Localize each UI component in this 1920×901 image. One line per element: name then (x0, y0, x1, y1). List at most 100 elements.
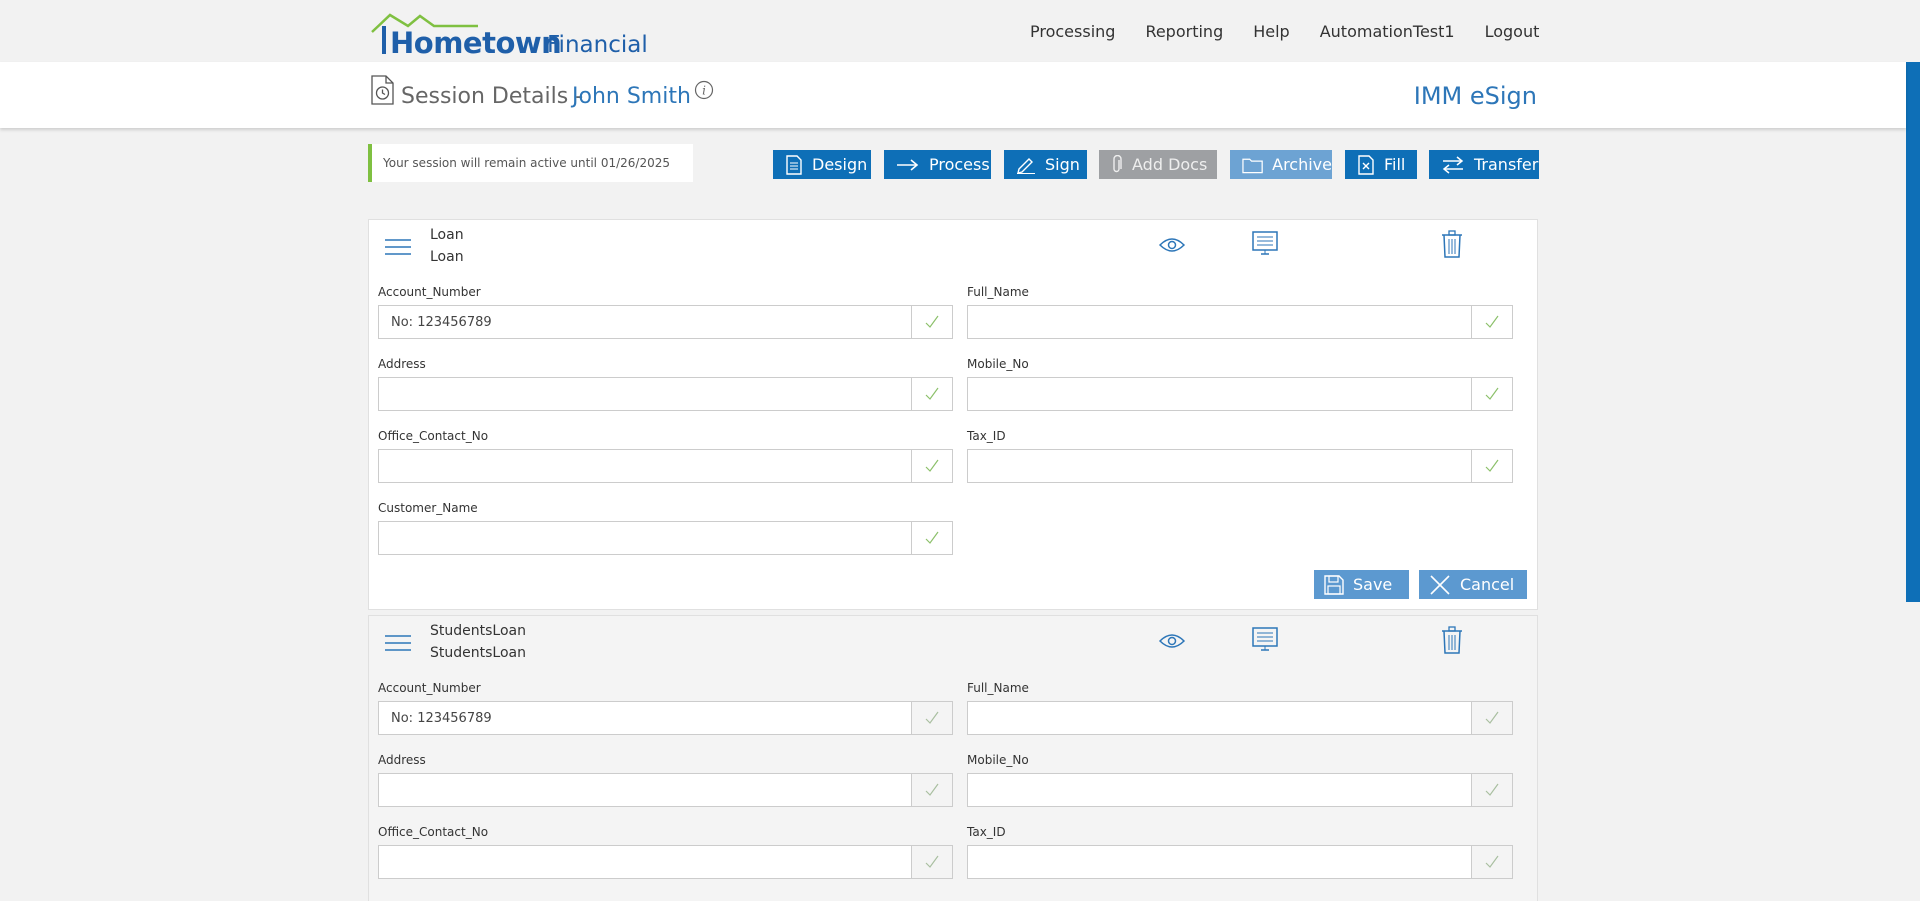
pen-icon (1017, 157, 1035, 174)
nav-processing[interactable]: Processing (1030, 22, 1115, 41)
field-label: Customer_Name (378, 501, 478, 515)
page-title: Session Details - (401, 84, 584, 109)
design-list-icon (786, 154, 802, 175)
check-icon[interactable] (1471, 774, 1512, 806)
fill-label: Fill (1384, 155, 1406, 174)
check-icon[interactable] (911, 306, 952, 338)
scrollbar-thumb[interactable] (1906, 0, 1920, 602)
close-x-icon (1430, 574, 1450, 595)
check-icon[interactable] (911, 846, 952, 878)
eye-icon[interactable] (1158, 236, 1186, 254)
check-icon[interactable] (911, 522, 952, 554)
field-label: Full_Name (967, 681, 1029, 695)
session-expiry-note: Your session will remain active until 01… (368, 144, 693, 182)
nav-logout[interactable]: Logout (1485, 22, 1540, 41)
full-name-field[interactable] (967, 305, 1513, 339)
office-contact-input[interactable] (379, 846, 910, 878)
account-number-input[interactable] (379, 702, 910, 734)
hamburger-icon[interactable] (385, 634, 411, 652)
address-field[interactable] (378, 773, 953, 807)
tax-id-field[interactable] (967, 845, 1513, 879)
monitor-icon[interactable] (1251, 230, 1279, 258)
mobile-no-field[interactable] (967, 377, 1513, 411)
full-name-field[interactable] (967, 701, 1513, 735)
office-contact-field[interactable] (378, 845, 953, 879)
info-icon[interactable]: i (694, 80, 714, 100)
logo[interactable]: Hometown Financial (370, 12, 648, 60)
form-panel-loan: Loan Loan Account_Number Full_Name Addre… (368, 219, 1538, 610)
check-icon[interactable] (911, 702, 952, 734)
customer-name-input[interactable] (379, 522, 910, 554)
add-docs-button[interactable]: Add Docs (1099, 150, 1217, 179)
nav-help[interactable]: Help (1253, 22, 1289, 41)
design-label: Design (812, 155, 868, 174)
check-icon[interactable] (1471, 378, 1512, 410)
field-label: Office_Contact_No (378, 825, 489, 839)
tax-id-input[interactable] (968, 450, 1470, 482)
account-number-input[interactable] (379, 306, 910, 338)
sign-button[interactable]: Sign (1004, 150, 1087, 179)
transfer-label: Transfer (1474, 155, 1539, 174)
check-icon[interactable] (1471, 306, 1512, 338)
hamburger-icon[interactable] (385, 238, 411, 256)
field-label: Mobile_No (967, 753, 1029, 767)
address-input[interactable] (379, 774, 910, 806)
archive-button[interactable]: Archive (1230, 150, 1332, 179)
arrow-right-icon (897, 158, 919, 171)
full-name-input[interactable] (968, 306, 1470, 338)
check-icon[interactable] (1471, 450, 1512, 482)
check-icon[interactable] (911, 450, 952, 482)
mobile-no-input[interactable] (968, 774, 1470, 806)
account-number-field[interactable] (378, 305, 953, 339)
mobile-no-field[interactable] (967, 773, 1513, 807)
account-number-field[interactable] (378, 701, 953, 735)
trash-icon[interactable] (1440, 626, 1464, 654)
add-docs-label: Add Docs (1132, 155, 1208, 174)
transfer-button[interactable]: Transfer (1429, 150, 1539, 179)
field-label: Tax_ID (967, 825, 1006, 839)
office-contact-field[interactable] (378, 449, 953, 483)
address-field[interactable] (378, 377, 953, 411)
monitor-icon[interactable] (1251, 626, 1279, 654)
transfer-arrows-icon (1442, 155, 1464, 174)
field-label: Account_Number (378, 681, 481, 695)
save-button[interactable]: Save (1314, 570, 1409, 599)
app-name: IMM eSign (1413, 82, 1537, 110)
form-subtitle: StudentsLoan (430, 645, 526, 661)
document-history-icon (371, 75, 394, 105)
tax-id-field[interactable] (967, 449, 1513, 483)
cancel-button[interactable]: Cancel (1419, 570, 1527, 599)
vertical-scrollbar[interactable] (1906, 0, 1920, 901)
field-label: Tax_ID (967, 429, 1006, 443)
tax-id-input[interactable] (968, 846, 1470, 878)
paperclip-icon (1113, 154, 1122, 172)
customer-name-field[interactable] (378, 521, 953, 555)
save-label: Save (1353, 575, 1393, 594)
address-input[interactable] (379, 378, 910, 410)
check-icon[interactable] (911, 774, 952, 806)
trash-icon[interactable] (1440, 230, 1464, 258)
design-button[interactable]: Design (773, 150, 871, 179)
check-icon[interactable] (1471, 846, 1512, 878)
main-nav: Processing Reporting Help AutomationTest… (1030, 22, 1569, 41)
process-label: Process (929, 155, 990, 174)
field-label: Full_Name (967, 285, 1029, 299)
eye-icon[interactable] (1158, 632, 1186, 650)
form-title: Loan (430, 227, 464, 243)
field-label: Mobile_No (967, 357, 1029, 371)
archive-label: Archive (1272, 155, 1332, 174)
fill-doc-icon (1358, 154, 1374, 175)
nav-reporting[interactable]: Reporting (1145, 22, 1223, 41)
field-label: Address (378, 357, 426, 371)
check-icon[interactable] (911, 378, 952, 410)
form-panel-studentsloan: StudentsLoan StudentsLoan Account_Number… (368, 615, 1538, 901)
process-button[interactable]: Process (884, 150, 991, 179)
full-name-input[interactable] (968, 702, 1470, 734)
nav-user[interactable]: AutomationTest1 (1320, 22, 1455, 41)
session-header: Session Details - John Smith i IMM eSign (0, 62, 1906, 128)
mobile-no-input[interactable] (968, 378, 1470, 410)
check-icon[interactable] (1471, 702, 1512, 734)
fill-button[interactable]: Fill (1345, 150, 1417, 179)
field-label: Office_Contact_No (378, 429, 489, 443)
office-contact-input[interactable] (379, 450, 910, 482)
